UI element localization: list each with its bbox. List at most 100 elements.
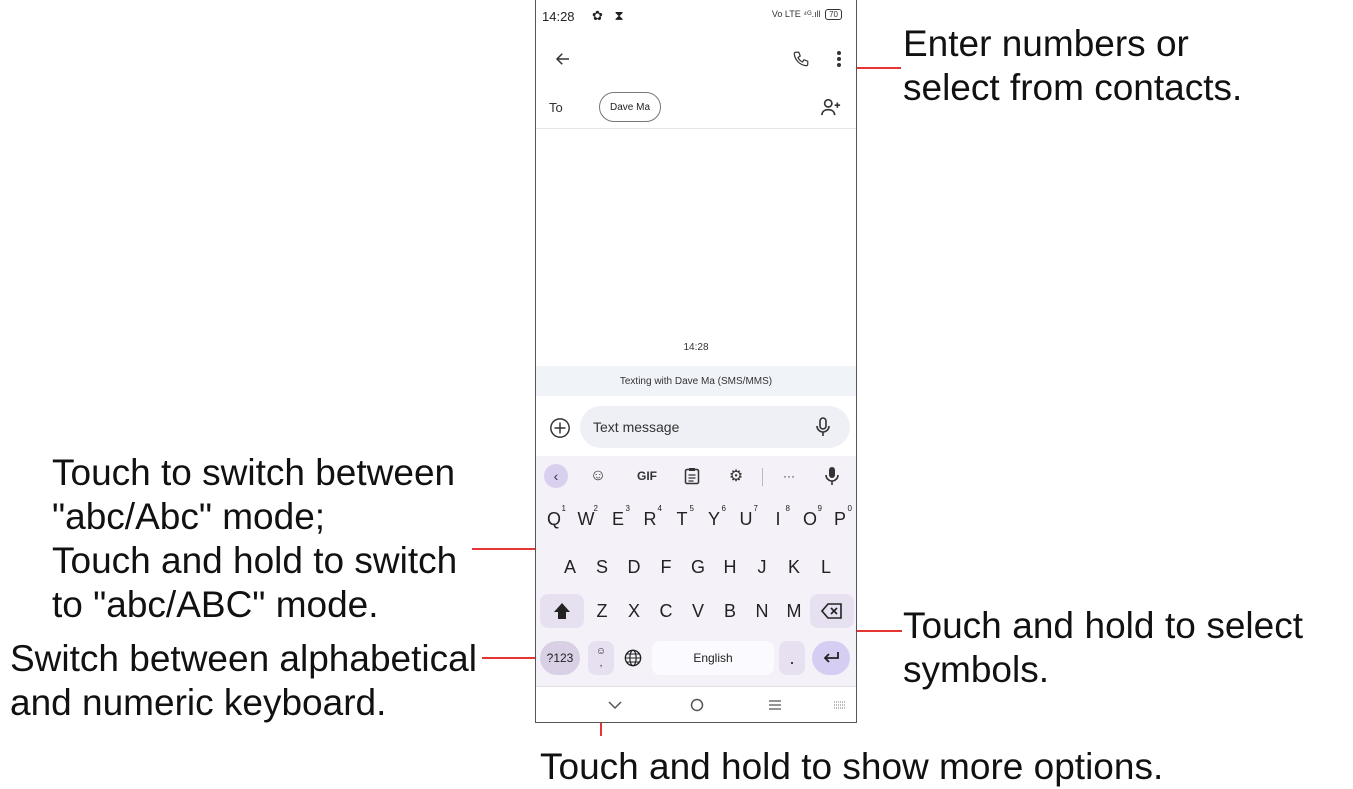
add-person-icon[interactable]: [818, 94, 844, 120]
key-a[interactable]: A: [555, 550, 585, 584]
key-label: O: [802, 508, 817, 529]
symbols-key[interactable]: ?123: [540, 641, 580, 675]
recipient-row: To Dave Ma: [536, 88, 856, 129]
shift-icon: [554, 603, 570, 619]
status-right: Vo LTE ⁴ᴳ.ıll 70: [772, 9, 842, 20]
message-placeholder: Text message: [593, 419, 680, 435]
key-c[interactable]: C: [651, 594, 681, 628]
key-row-4: ?123 ☺ , English .: [536, 639, 856, 677]
annotation-line: Enter numbers or: [903, 23, 1189, 64]
more-vert-icon[interactable]: [828, 46, 850, 72]
add-attachment-icon[interactable]: [548, 416, 572, 440]
recipient-chip[interactable]: Dave Ma: [599, 92, 661, 122]
key-l[interactable]: L: [811, 550, 841, 584]
sticker-icon[interactable]: ☺: [586, 464, 610, 488]
status-time: 14:28: [542, 9, 575, 24]
keyboard-switch-icon[interactable]: [830, 695, 850, 715]
annotation-line: Touch and hold to switch: [52, 540, 458, 581]
back-icon[interactable]: [550, 46, 576, 72]
key-y[interactable]: Y6: [699, 502, 729, 536]
key-hint: 3: [625, 504, 630, 513]
annotation-line: Switch between alphabetical: [10, 638, 477, 679]
key-label: P: [833, 508, 846, 529]
key-label: R: [643, 508, 657, 529]
annotation-shift: Touch to switch between "abc/Abc" mode; …: [52, 451, 457, 627]
key-w[interactable]: W2: [571, 502, 601, 536]
key-r[interactable]: R4: [635, 502, 665, 536]
key-q[interactable]: Q1: [539, 502, 569, 536]
shift-key[interactable]: [540, 594, 584, 628]
key-row-1: Q1 W2 E3 R4 T5 Y6 U7 I8 O9 P0: [536, 502, 856, 540]
key-u[interactable]: U7: [731, 502, 761, 536]
more-icon[interactable]: ···: [776, 464, 802, 488]
key-label: I: [775, 508, 781, 529]
key-hint: 1: [561, 504, 566, 513]
key-hint: 7: [753, 504, 758, 513]
settings-icon[interactable]: ⚙: [724, 464, 748, 488]
key-t[interactable]: T5: [667, 502, 697, 536]
phone-icon[interactable]: [788, 46, 814, 72]
battery-icon: 70: [825, 9, 842, 20]
key-hint: 4: [657, 504, 662, 513]
key-p[interactable]: P0: [825, 502, 855, 536]
key-row-2: A S D F G H J K L: [536, 550, 856, 588]
backspace-key[interactable]: [810, 594, 854, 628]
key-j[interactable]: J: [747, 550, 777, 584]
key-hint: 2: [593, 504, 598, 513]
key-label: U: [739, 508, 753, 529]
emoji-icon: ☺: [595, 646, 607, 657]
key-label: W: [577, 508, 595, 529]
globe-icon[interactable]: [618, 641, 648, 675]
clipboard-icon[interactable]: [680, 464, 704, 488]
key-label: E: [611, 508, 624, 529]
to-label: To: [549, 100, 563, 115]
texting-info: Texting with Dave Ma (SMS/MMS): [536, 366, 856, 396]
annotation-line: "abc/Abc" mode;: [52, 496, 326, 537]
period-key[interactable]: .: [779, 641, 805, 675]
voice-input-icon[interactable]: [820, 464, 844, 488]
key-v[interactable]: V: [683, 594, 713, 628]
message-input[interactable]: Text message: [580, 406, 850, 448]
backspace-icon: [821, 603, 842, 619]
status-bar: 14:28 ✿ ⧗ Vo LTE ⁴ᴳ.ıll 70: [536, 0, 856, 36]
key-f[interactable]: F: [651, 550, 681, 584]
status-icons: ✿ ⧗: [592, 8, 628, 23]
key-o[interactable]: O9: [795, 502, 825, 536]
annotation-symbols: Touch and hold to select symbols.: [903, 604, 1303, 692]
annotation-line: to "abc/ABC" mode.: [52, 584, 379, 625]
space-bar[interactable]: English: [652, 641, 774, 675]
annotation-more-options: Touch and hold to show more options.: [540, 746, 1164, 787]
key-n[interactable]: N: [747, 594, 777, 628]
key-d[interactable]: D: [619, 550, 649, 584]
enter-key[interactable]: [812, 641, 850, 675]
phone-screen: 14:28 ✿ ⧗ Vo LTE ⁴ᴳ.ıll 70 To Dave Ma 14…: [535, 0, 857, 723]
key-i[interactable]: I8: [763, 502, 793, 536]
chevron-down-icon[interactable]: [604, 695, 626, 715]
key-m[interactable]: M: [779, 594, 809, 628]
collapse-toolbar-icon[interactable]: ‹: [544, 464, 568, 488]
gif-button[interactable]: GIF: [632, 464, 662, 488]
mic-icon[interactable]: [812, 416, 834, 438]
annotation-line: Touch and hold to select: [903, 605, 1303, 646]
key-g[interactable]: G: [683, 550, 713, 584]
message-timestamp: 14:28: [683, 342, 709, 353]
key-label: T: [676, 508, 688, 529]
key-z[interactable]: Z: [587, 594, 617, 628]
annotation-contacts: Enter numbers or select from contacts.: [903, 22, 1242, 110]
key-hint: 6: [721, 504, 726, 513]
key-hint: 9: [817, 504, 822, 513]
key-hint: 8: [785, 504, 790, 513]
key-k[interactable]: K: [779, 550, 809, 584]
key-row-3: Z X C V B N M: [536, 594, 856, 632]
key-s[interactable]: S: [587, 550, 617, 584]
key-hint: 0: [847, 504, 852, 513]
emoji-comma-key[interactable]: ☺ ,: [588, 641, 614, 675]
home-icon[interactable]: [686, 695, 708, 715]
annotation-numeric: Switch between alphabetical and numeric …: [10, 637, 477, 725]
key-h[interactable]: H: [715, 550, 745, 584]
key-e[interactable]: E3: [603, 502, 633, 536]
key-x[interactable]: X: [619, 594, 649, 628]
recents-icon[interactable]: [764, 695, 786, 715]
enter-icon: [823, 652, 839, 663]
key-b[interactable]: B: [715, 594, 745, 628]
